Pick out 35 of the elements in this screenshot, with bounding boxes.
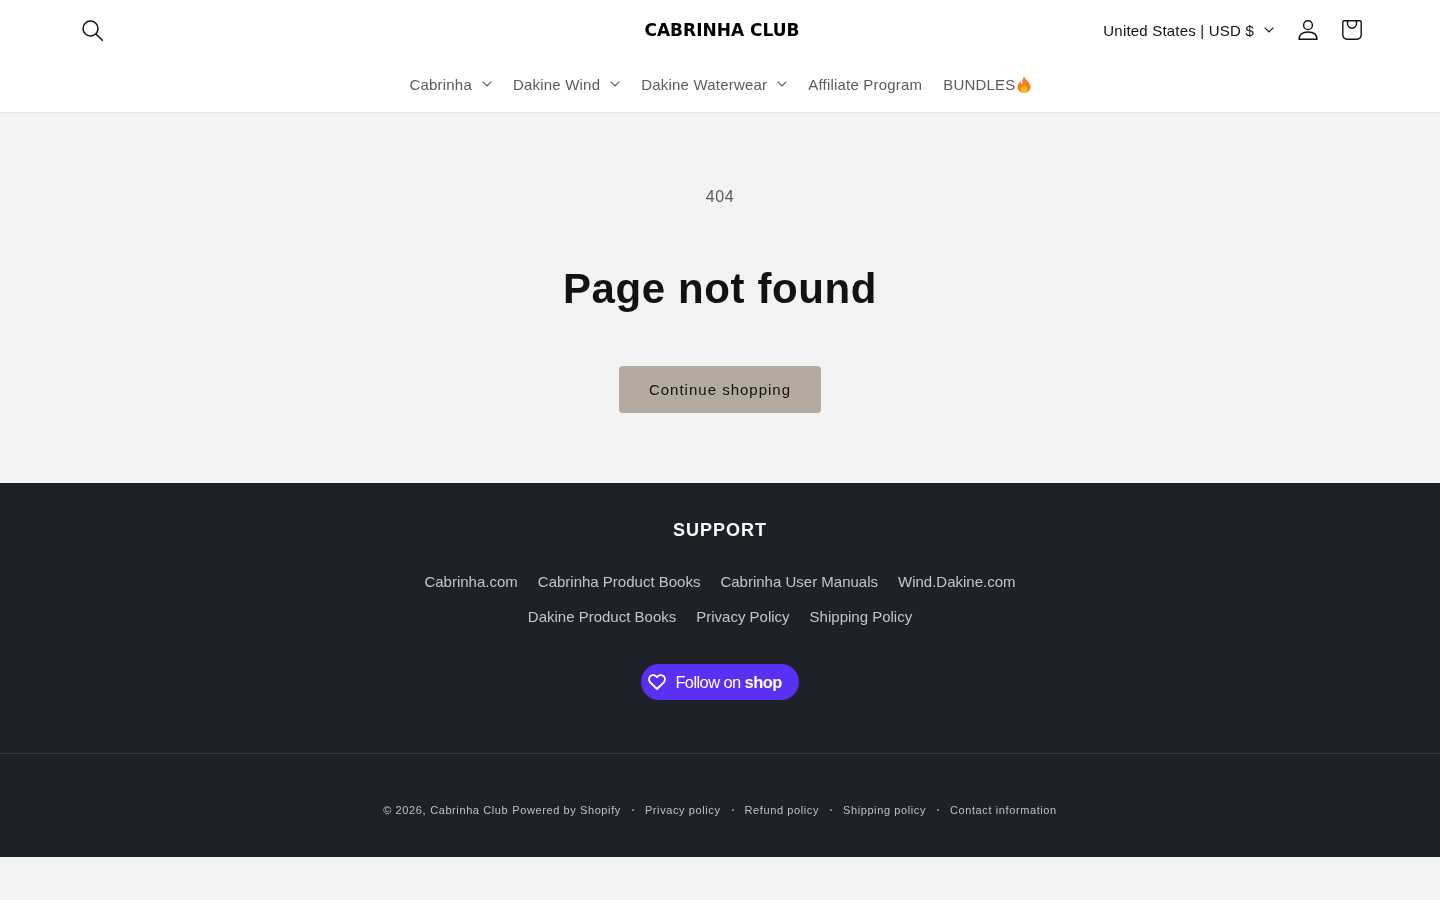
follow-on-shop-button[interactable]: Follow on shop: [641, 664, 799, 700]
footer-link[interactable]: Cabrinha.com: [424, 564, 518, 599]
continue-shopping-button[interactable]: Continue shopping: [619, 366, 821, 413]
nav-link[interactable]: Dakine Wind: [502, 62, 631, 106]
flame-icon: [1016, 75, 1031, 93]
footer-link[interactable]: Cabrinha Product Books: [537, 564, 701, 599]
caret-icon: [610, 81, 621, 87]
nav-link[interactable]: BUNDLES: [932, 62, 1041, 106]
footer-link[interactable]: Dakine Product Books: [527, 599, 677, 634]
policy-link[interactable]: Contact information: [950, 803, 1057, 816]
footer-link[interactable]: Privacy Policy: [696, 599, 790, 634]
policy-link[interactable]: Refund policy: [744, 803, 819, 816]
footer-heading: SUPPORT: [673, 519, 767, 541]
copyright-text: © 2026,: [383, 803, 427, 816]
account-icon: [1298, 20, 1318, 40]
caret-icon: [481, 81, 492, 87]
nav-link[interactable]: Affiliate Program: [797, 62, 933, 106]
store-name-link[interactable]: Cabrinha Club: [430, 803, 509, 816]
caret-icon: [1264, 27, 1274, 33]
caret-icon: [777, 81, 788, 87]
error-code: 404: [705, 187, 735, 207]
search-icon: [81, 19, 103, 41]
footer-link[interactable]: Shipping Policy: [809, 599, 913, 634]
cart-icon: [1342, 20, 1362, 40]
policy-link[interactable]: Privacy policy: [644, 803, 721, 816]
footer-link[interactable]: Cabrinha User Manuals: [720, 564, 878, 599]
country-currency-selector[interactable]: United States | USD $: [1103, 8, 1282, 52]
page-title: Page not found: [563, 264, 877, 314]
heart-icon: [648, 674, 667, 690]
nav-link[interactable]: Dakine Waterwear: [630, 62, 798, 106]
footer-link[interactable]: Wind.Dakine.com: [898, 564, 1016, 599]
store-logo[interactable]: CABRINHA CLUB: [644, 20, 800, 40]
powered-by-link[interactable]: Powered by Shopify: [512, 803, 621, 816]
nav-link[interactable]: Cabrinha: [399, 62, 503, 106]
policy-link[interactable]: Shipping policy: [843, 803, 926, 816]
